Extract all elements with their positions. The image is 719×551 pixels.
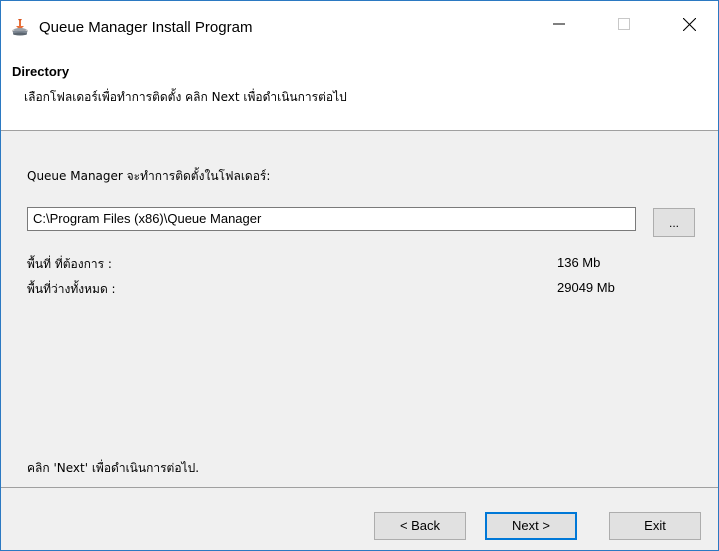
installer-window: Queue Manager Install Program Directory … — [0, 0, 719, 551]
wizard-header: Directory เลือกโฟลเดอร์เพื่อทำการติดตั้ง… — [1, 50, 718, 131]
exit-button[interactable]: Exit — [609, 512, 701, 540]
minimize-button[interactable] — [536, 1, 582, 50]
browse-button[interactable]: ... — [653, 208, 695, 237]
space-required-value: 136 Mb — [557, 255, 601, 270]
install-path-input[interactable] — [27, 207, 636, 231]
page-subtitle: เลือกโฟลเดอร์เพื่อทำการติดตั้ง คลิก Next… — [24, 90, 347, 104]
minimize-icon — [553, 18, 565, 33]
next-hint-text: คลิก 'Next' เพื่อดำเนินการต่อไป. — [27, 461, 200, 475]
space-free-value: 29049 Mb — [557, 280, 615, 295]
space-free-label: พื้นที่ว่างทั้งหมด : — [27, 282, 116, 296]
installer-app-icon — [11, 18, 29, 36]
next-button[interactable]: Next > — [485, 512, 577, 540]
close-button[interactable] — [666, 1, 712, 50]
close-icon — [682, 17, 696, 34]
title-bar[interactable]: Queue Manager Install Program — [1, 1, 718, 50]
install-location-label: Queue Manager จะทำการติดตั้งในโฟลเดอร์: — [27, 169, 271, 183]
maximize-button[interactable] — [601, 1, 647, 50]
wizard-body: Queue Manager จะทำการติดตั้งในโฟลเดอร์: … — [1, 131, 718, 486]
space-required-label: พื้นที่ ที่ต้องการ : — [27, 257, 112, 271]
window-title: Queue Manager Install Program — [39, 19, 253, 36]
maximize-icon — [618, 18, 630, 33]
page-title: Directory — [12, 64, 70, 79]
wizard-footer: < Back Next > Exit — [1, 487, 718, 550]
back-button[interactable]: < Back — [374, 512, 466, 540]
